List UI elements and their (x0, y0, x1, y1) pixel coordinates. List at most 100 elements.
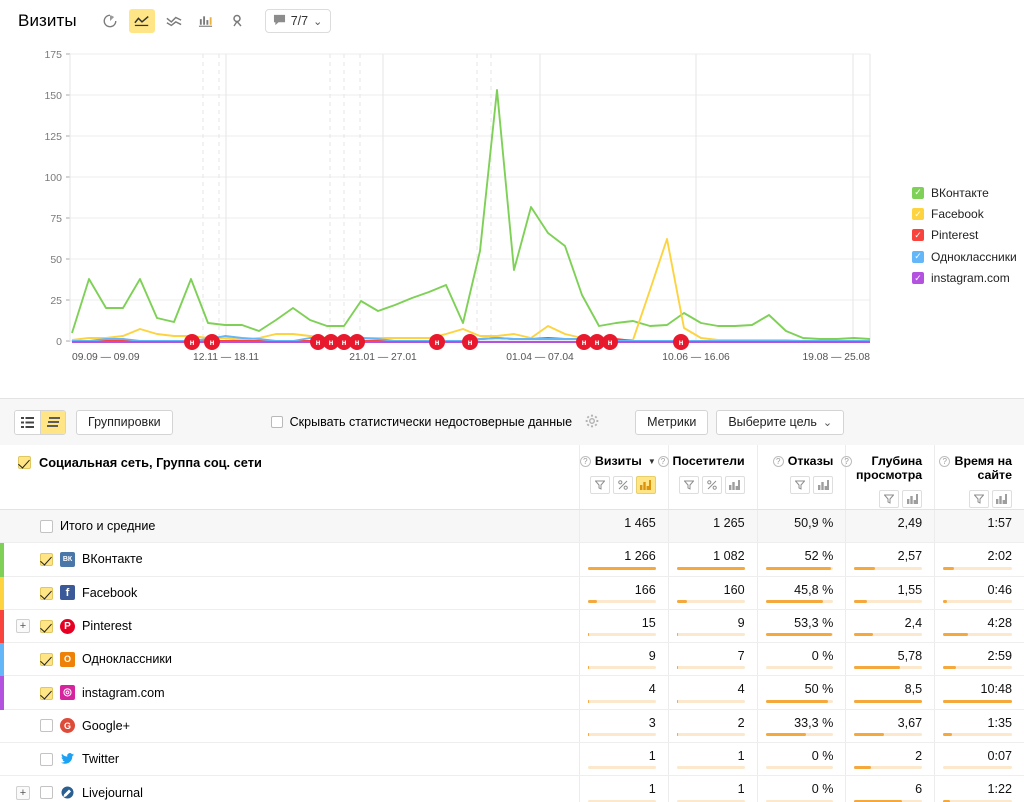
area-chart-icon[interactable] (161, 9, 187, 33)
mini-bar-track (588, 566, 656, 570)
legend-item[interactable]: ✓ Facebook (912, 203, 1017, 224)
metrics-button[interactable]: Метрики (635, 409, 709, 435)
hide-unreliable-checkbox[interactable] (270, 416, 283, 428)
legend-item[interactable]: ✓ instagram.com (912, 268, 1017, 289)
svg-text:н: н (210, 338, 215, 347)
row-name-cell: ВК ВКонтакте (0, 543, 580, 577)
list-view-icon[interactable] (15, 410, 40, 434)
mini-bar-track (588, 666, 656, 670)
filter-icon[interactable] (968, 490, 989, 508)
help-icon[interactable]: ? (657, 456, 669, 467)
row-label[interactable]: Pinterest (82, 619, 132, 633)
filter-icon[interactable] (678, 476, 699, 494)
table-row[interactable]: + Livejournal 1 1 0 % 6 1:22 (0, 776, 1024, 802)
legend-checkbox-vkontakte[interactable]: ✓ (912, 186, 924, 199)
cell-value: 1 266 (624, 549, 656, 564)
gear-icon[interactable] (585, 414, 599, 431)
row-checkbox[interactable] (40, 620, 53, 634)
table-row[interactable]: f Facebook 166 160 45,8 % 1,55 0:46 (0, 576, 1024, 610)
table-row[interactable]: О Одноклассники 9 7 0 % 5,78 2:59 (0, 643, 1024, 677)
sort-desc-icon[interactable]: ▼ (648, 457, 656, 466)
bars-icon[interactable] (724, 476, 745, 494)
mini-bar-fill (854, 633, 874, 637)
help-icon[interactable]: ? (772, 456, 784, 467)
cell-value: 50,9 % (794, 516, 834, 530)
row-label[interactable]: Livejournal (82, 786, 143, 800)
dimension-header-label: Социальная сеть, Группа соц. сети (39, 455, 262, 470)
line-chart-icon[interactable] (128, 9, 155, 33)
row-label[interactable]: Google+ (82, 719, 130, 733)
bars-icon[interactable] (635, 476, 656, 494)
filter-icon[interactable] (879, 490, 900, 508)
legend-item[interactable]: ✓ Одноклассники (912, 246, 1017, 267)
row-label[interactable]: instagram.com (82, 686, 165, 700)
cell-value: 9 (737, 615, 745, 630)
row-label[interactable]: Facebook (82, 586, 137, 600)
svg-text:н: н (316, 338, 321, 347)
table-row[interactable]: ◎ instagram.com 4 4 50 % 8,5 10:48 (0, 676, 1024, 710)
cell-time: 1:22 (935, 776, 1024, 802)
mini-bar-fill (765, 566, 831, 570)
table-row[interactable]: + P Pinterest 15 9 53,3 % 2,4 4:28 (0, 609, 1024, 644)
table-row[interactable]: G Google+ 3 2 33,3 % 3,67 1:35 (0, 709, 1024, 744)
table-row[interactable]: Twitter 1 1 0 % 2 0:07 (0, 743, 1024, 777)
cell-value: 4 (737, 682, 745, 697)
svg-text:01.04 — 07.04: 01.04 — 07.04 (506, 352, 574, 363)
legend-checkbox-facebook[interactable]: ✓ (912, 208, 924, 221)
row-checkbox[interactable] (40, 553, 53, 567)
cell-value: 2 (737, 715, 745, 730)
row-checkbox[interactable] (40, 653, 53, 667)
groupings-button[interactable]: Группировки (76, 409, 173, 435)
expand-row-button[interactable]: + (16, 785, 30, 800)
odnoklassniki-icon: О (60, 651, 75, 667)
tree-view-icon[interactable] (40, 410, 65, 434)
table-row[interactable]: ВК ВКонтакте 1 266 1 082 52 % 2,57 2:02 (0, 543, 1024, 577)
row-label[interactable]: ВКонтакте (82, 552, 143, 566)
chevron-down-icon: ⌄ (313, 15, 323, 28)
bars-icon[interactable] (902, 490, 923, 508)
bar-chart-icon[interactable] (193, 9, 219, 33)
row-label[interactable]: Twitter (82, 752, 119, 766)
filter-icon[interactable] (589, 476, 610, 494)
svg-text:н: н (468, 338, 473, 347)
select-all-checkbox[interactable] (18, 456, 31, 469)
row-checkbox[interactable] (40, 686, 53, 700)
row-label[interactable]: Одноклассники (82, 652, 172, 666)
bars-icon[interactable] (813, 476, 834, 494)
row-checkbox[interactable] (40, 786, 53, 800)
percent-icon[interactable] (701, 476, 722, 494)
percent-icon[interactable] (612, 476, 633, 494)
cell-bounce: 45,8 % (758, 576, 847, 609)
legend-item[interactable]: ✓ ВКонтакте (912, 182, 1017, 203)
cell-value: 2,57 (897, 549, 923, 564)
legend-item[interactable]: ✓ Pinterest (912, 225, 1017, 246)
expand-row-button[interactable]: + (16, 619, 30, 634)
row-checkbox[interactable] (40, 752, 53, 766)
filter-icon[interactable] (790, 476, 811, 494)
cell-visitors: 1 (669, 743, 758, 776)
row-checkbox[interactable] (40, 519, 53, 533)
annotations-button[interactable]: 7/7 ⌄ (264, 9, 332, 33)
legend-checkbox-odnoklassniki[interactable]: ✓ (912, 250, 924, 263)
pie-chart-icon[interactable] (97, 9, 123, 33)
cell-value: 1 (648, 749, 656, 764)
mini-bar-fill (676, 699, 678, 703)
bars-icon[interactable] (991, 490, 1012, 508)
cell-value: 2,4 (904, 615, 923, 630)
cell-value: 166 (634, 582, 656, 597)
row-checkbox[interactable] (40, 719, 53, 733)
cell-value: 3,67 (897, 715, 923, 730)
select-goal-button[interactable]: Выберите цель ⌄ (716, 409, 845, 435)
help-icon[interactable]: ? (579, 456, 591, 467)
legend-checkbox-instagram[interactable]: ✓ (912, 272, 924, 285)
mini-bar-fill (588, 699, 589, 703)
table-row[interactable]: Итого и средние 1 465 1 265 50,9 % 2,49 1:57 (0, 510, 1024, 544)
map-pin-icon[interactable] (225, 9, 251, 33)
help-icon[interactable]: ? (939, 456, 951, 467)
legend-checkbox-pinterest[interactable]: ✓ (912, 229, 924, 242)
help-icon[interactable]: ? (841, 456, 853, 467)
cell-time: 0:07 (935, 743, 1024, 775)
cell-visitors: 1 (669, 776, 758, 802)
row-checkbox[interactable] (40, 586, 53, 600)
cell-time: 2:02 (935, 543, 1024, 575)
